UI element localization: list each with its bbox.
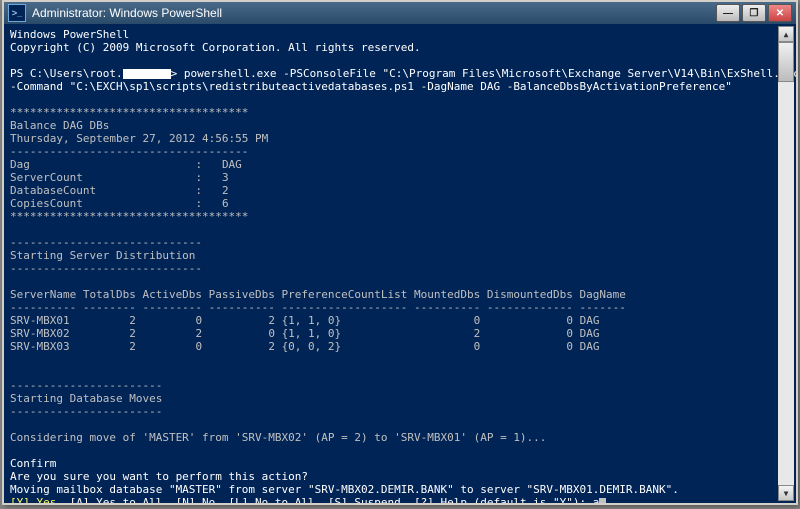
window-title: Administrator: Windows PowerShell: [32, 7, 716, 20]
header-line1: Windows PowerShell: [10, 28, 129, 41]
cursor: [599, 498, 606, 503]
separator-2: ************************************: [10, 210, 248, 223]
dbmoves-dashes-2: -----------------------: [10, 405, 162, 418]
table-row: SRV-MBX02 2 2 0 {1, 1, 0} 2 0 DAG: [10, 327, 599, 340]
balance-dashes: ------------------------------------: [10, 145, 248, 158]
serverdist-dashes: -----------------------------: [10, 236, 202, 249]
scroll-down-button[interactable]: ▼: [778, 485, 794, 501]
window: >_ Administrator: Windows PowerShell — ❐…: [2, 0, 798, 505]
serverdist-dashes-2: -----------------------------: [10, 262, 202, 275]
dbmoves-considering: Considering move of 'MASTER' from 'SRV-M…: [10, 431, 546, 444]
scrollbar-track[interactable]: [778, 42, 794, 485]
scroll-up-button[interactable]: ▲: [778, 26, 794, 42]
redacted-text: [123, 69, 171, 79]
dbmoves-dashes: -----------------------: [10, 379, 162, 392]
vertical-scrollbar[interactable]: ▲ ▼: [778, 26, 794, 501]
dbmoves-title: Starting Database Moves: [10, 392, 162, 405]
serverdist-header: ServerName TotalDbs ActiveDbs PassiveDbs…: [10, 288, 626, 301]
confirm-choices: [Y] Yes [A] Yes to All [N] No [L] No to …: [10, 496, 599, 503]
prompt-line-1: PS C:\Users\root.> powershell.exe -PSCon…: [10, 67, 796, 80]
powershell-icon: >_: [8, 4, 26, 22]
prompt-line-2: -Command "C:\EXCH\sp1\scripts\redistribu…: [10, 80, 732, 93]
confirm-title: Confirm: [10, 457, 56, 470]
confirm-question: Are you sure you want to perform this ac…: [10, 470, 308, 483]
balance-title: Balance DAG DBs: [10, 119, 109, 132]
table-row: SRV-MBX01 2 0 2 {1, 1, 0} 0 0 DAG: [10, 314, 599, 327]
header-line2: Copyright (C) 2009 Microsoft Corporation…: [10, 41, 421, 54]
balance-field-row: ServerCount : 3: [10, 171, 229, 184]
console-output[interactable]: Windows PowerShell Copyright (C) 2009 Mi…: [4, 24, 796, 503]
balance-field-row: DatabaseCount : 2: [10, 184, 229, 197]
scrollbar-thumb[interactable]: [778, 42, 794, 82]
minimize-button[interactable]: —: [716, 4, 740, 22]
table-row: SRV-MBX03 2 0 2 {0, 0, 2} 0 0 DAG: [10, 340, 599, 353]
close-button[interactable]: ✕: [768, 4, 792, 22]
serverdist-header-rule: ---------- -------- --------- ----------…: [10, 301, 626, 314]
window-controls: — ❐ ✕: [716, 4, 792, 22]
serverdist-title: Starting Server Distribution: [10, 249, 195, 262]
balance-field-row: Dag : DAG: [10, 158, 242, 171]
maximize-button[interactable]: ❐: [742, 4, 766, 22]
titlebar[interactable]: >_ Administrator: Windows PowerShell — ❐…: [4, 2, 796, 24]
balance-field-row: CopiesCount : 6: [10, 197, 229, 210]
separator-1: ************************************: [10, 106, 248, 119]
balance-timestamp: Thursday, September 27, 2012 4:56:55 PM: [10, 132, 268, 145]
confirm-moving: Moving mailbox database "MASTER" from se…: [10, 483, 679, 496]
